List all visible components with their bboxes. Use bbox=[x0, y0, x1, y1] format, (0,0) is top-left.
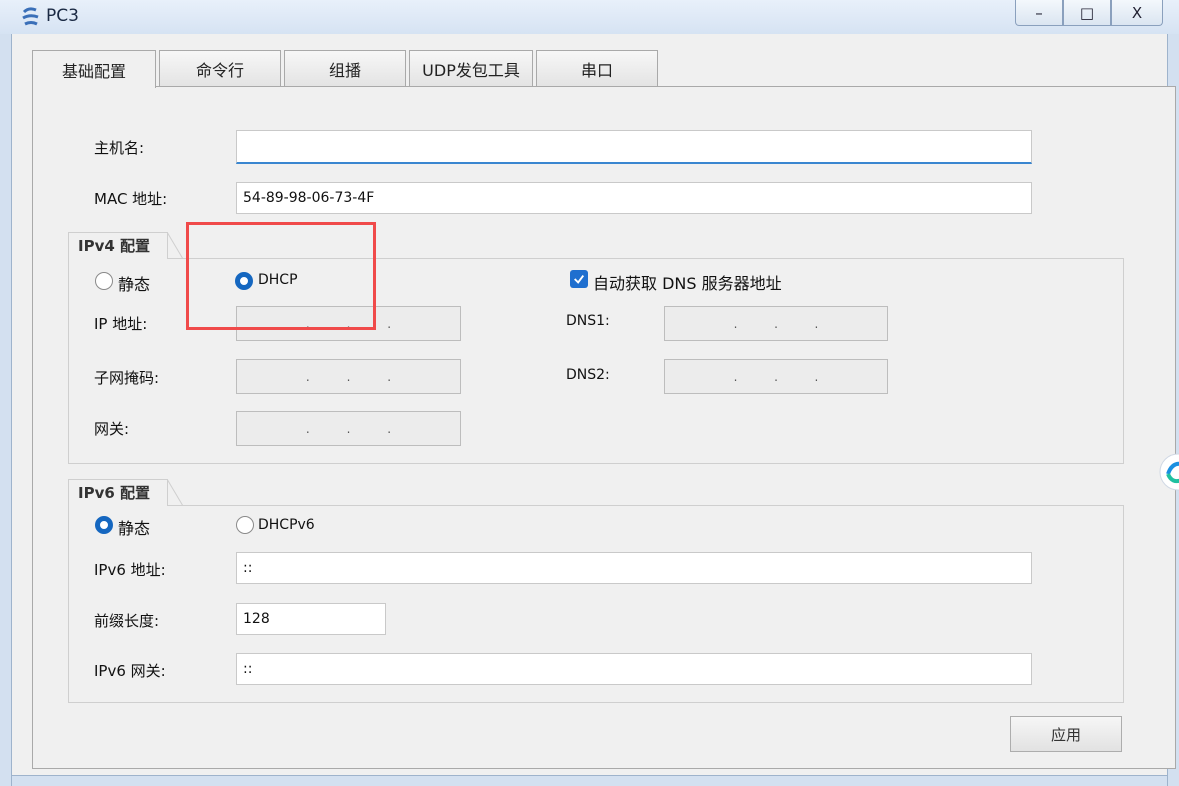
ip-dot: . bbox=[305, 421, 310, 436]
tab-serial[interactable]: 串口 bbox=[536, 50, 658, 87]
ip-dot: . bbox=[774, 369, 778, 384]
ip-address-label: IP 地址: bbox=[94, 315, 148, 333]
checkmark-icon bbox=[574, 275, 585, 284]
window-title: PC3 bbox=[46, 6, 79, 26]
gateway-field[interactable]: ... bbox=[236, 411, 461, 446]
ip-dot: . bbox=[814, 369, 819, 384]
ip-dot: . bbox=[814, 316, 819, 331]
maximize-button[interactable]: □ bbox=[1063, 0, 1111, 26]
dns1-field[interactable]: ... bbox=[664, 306, 888, 341]
ip-dot: . bbox=[774, 316, 778, 331]
ipv6-dhcpv6-radio[interactable] bbox=[236, 516, 254, 534]
tab-udp-tool[interactable]: UDP发包工具 bbox=[409, 50, 533, 87]
ip-dot: . bbox=[387, 316, 392, 331]
ipv6-group-title: IPv6 配置 bbox=[68, 479, 168, 506]
ip-dot: . bbox=[346, 421, 351, 436]
mac-label: MAC 地址: bbox=[94, 190, 168, 208]
auto-dns-checkbox[interactable] bbox=[570, 270, 588, 288]
auto-dns-label: 自动获取 DNS 服务器地址 bbox=[593, 274, 782, 293]
gateway-label: 网关: bbox=[94, 420, 130, 438]
ipv6-dhcpv6-label: DHCPv6 bbox=[258, 517, 315, 533]
ipv4-group-title: IPv4 配置 bbox=[68, 232, 168, 259]
ip-dot: . bbox=[387, 421, 392, 436]
ipv6-tab-slant bbox=[167, 479, 183, 506]
highlight-box bbox=[186, 222, 376, 330]
tab-multicast[interactable]: 组播 bbox=[284, 50, 406, 87]
tab-command-line[interactable]: 命令行 bbox=[159, 50, 281, 87]
dns2-field[interactable]: ... bbox=[664, 359, 888, 394]
close-button[interactable]: X bbox=[1111, 0, 1163, 26]
dns2-label: DNS2: bbox=[566, 367, 610, 383]
prefix-length-field[interactable]: 128 bbox=[236, 603, 386, 635]
hostname-input[interactable] bbox=[236, 130, 1032, 164]
ipv4-static-radio[interactable] bbox=[95, 272, 113, 290]
floating-assistant-icon[interactable] bbox=[1156, 452, 1179, 492]
window-frame-bottom bbox=[12, 775, 1167, 786]
ip-dot: . bbox=[733, 316, 738, 331]
window-frame-left bbox=[0, 34, 12, 786]
ipv4-tab-slant bbox=[167, 232, 183, 259]
mac-address-field[interactable]: 54-89-98-06-73-4F bbox=[236, 182, 1032, 214]
ipv4-static-label: 静态 bbox=[118, 275, 151, 294]
hostname-label: 主机名: bbox=[94, 139, 145, 157]
ipv6-gateway-label: IPv6 网关: bbox=[94, 662, 166, 680]
ip-dot: . bbox=[387, 369, 392, 384]
ipv6-address-field[interactable]: :: bbox=[236, 552, 1032, 584]
ipv6-address-label: IPv6 地址: bbox=[94, 561, 166, 579]
dns1-label: DNS1: bbox=[566, 313, 610, 329]
title-bar bbox=[0, 0, 1179, 34]
subnet-mask-label: 子网掩码: bbox=[94, 369, 160, 387]
ipv6-static-radio[interactable] bbox=[95, 516, 113, 534]
subnet-mask-field[interactable]: ... bbox=[236, 359, 461, 394]
minimize-button[interactable]: – bbox=[1015, 0, 1063, 26]
ip-dot: . bbox=[305, 369, 310, 384]
pc-app-icon bbox=[22, 7, 39, 26]
apply-button[interactable]: 应用 bbox=[1010, 716, 1122, 752]
ipv6-gateway-field[interactable]: :: bbox=[236, 653, 1032, 685]
tab-basic-config[interactable]: 基础配置 bbox=[32, 50, 156, 88]
prefix-length-label: 前缀长度: bbox=[94, 612, 160, 630]
ip-dot: . bbox=[733, 369, 738, 384]
ipv6-static-label: 静态 bbox=[118, 519, 151, 538]
ip-dot: . bbox=[346, 369, 351, 384]
